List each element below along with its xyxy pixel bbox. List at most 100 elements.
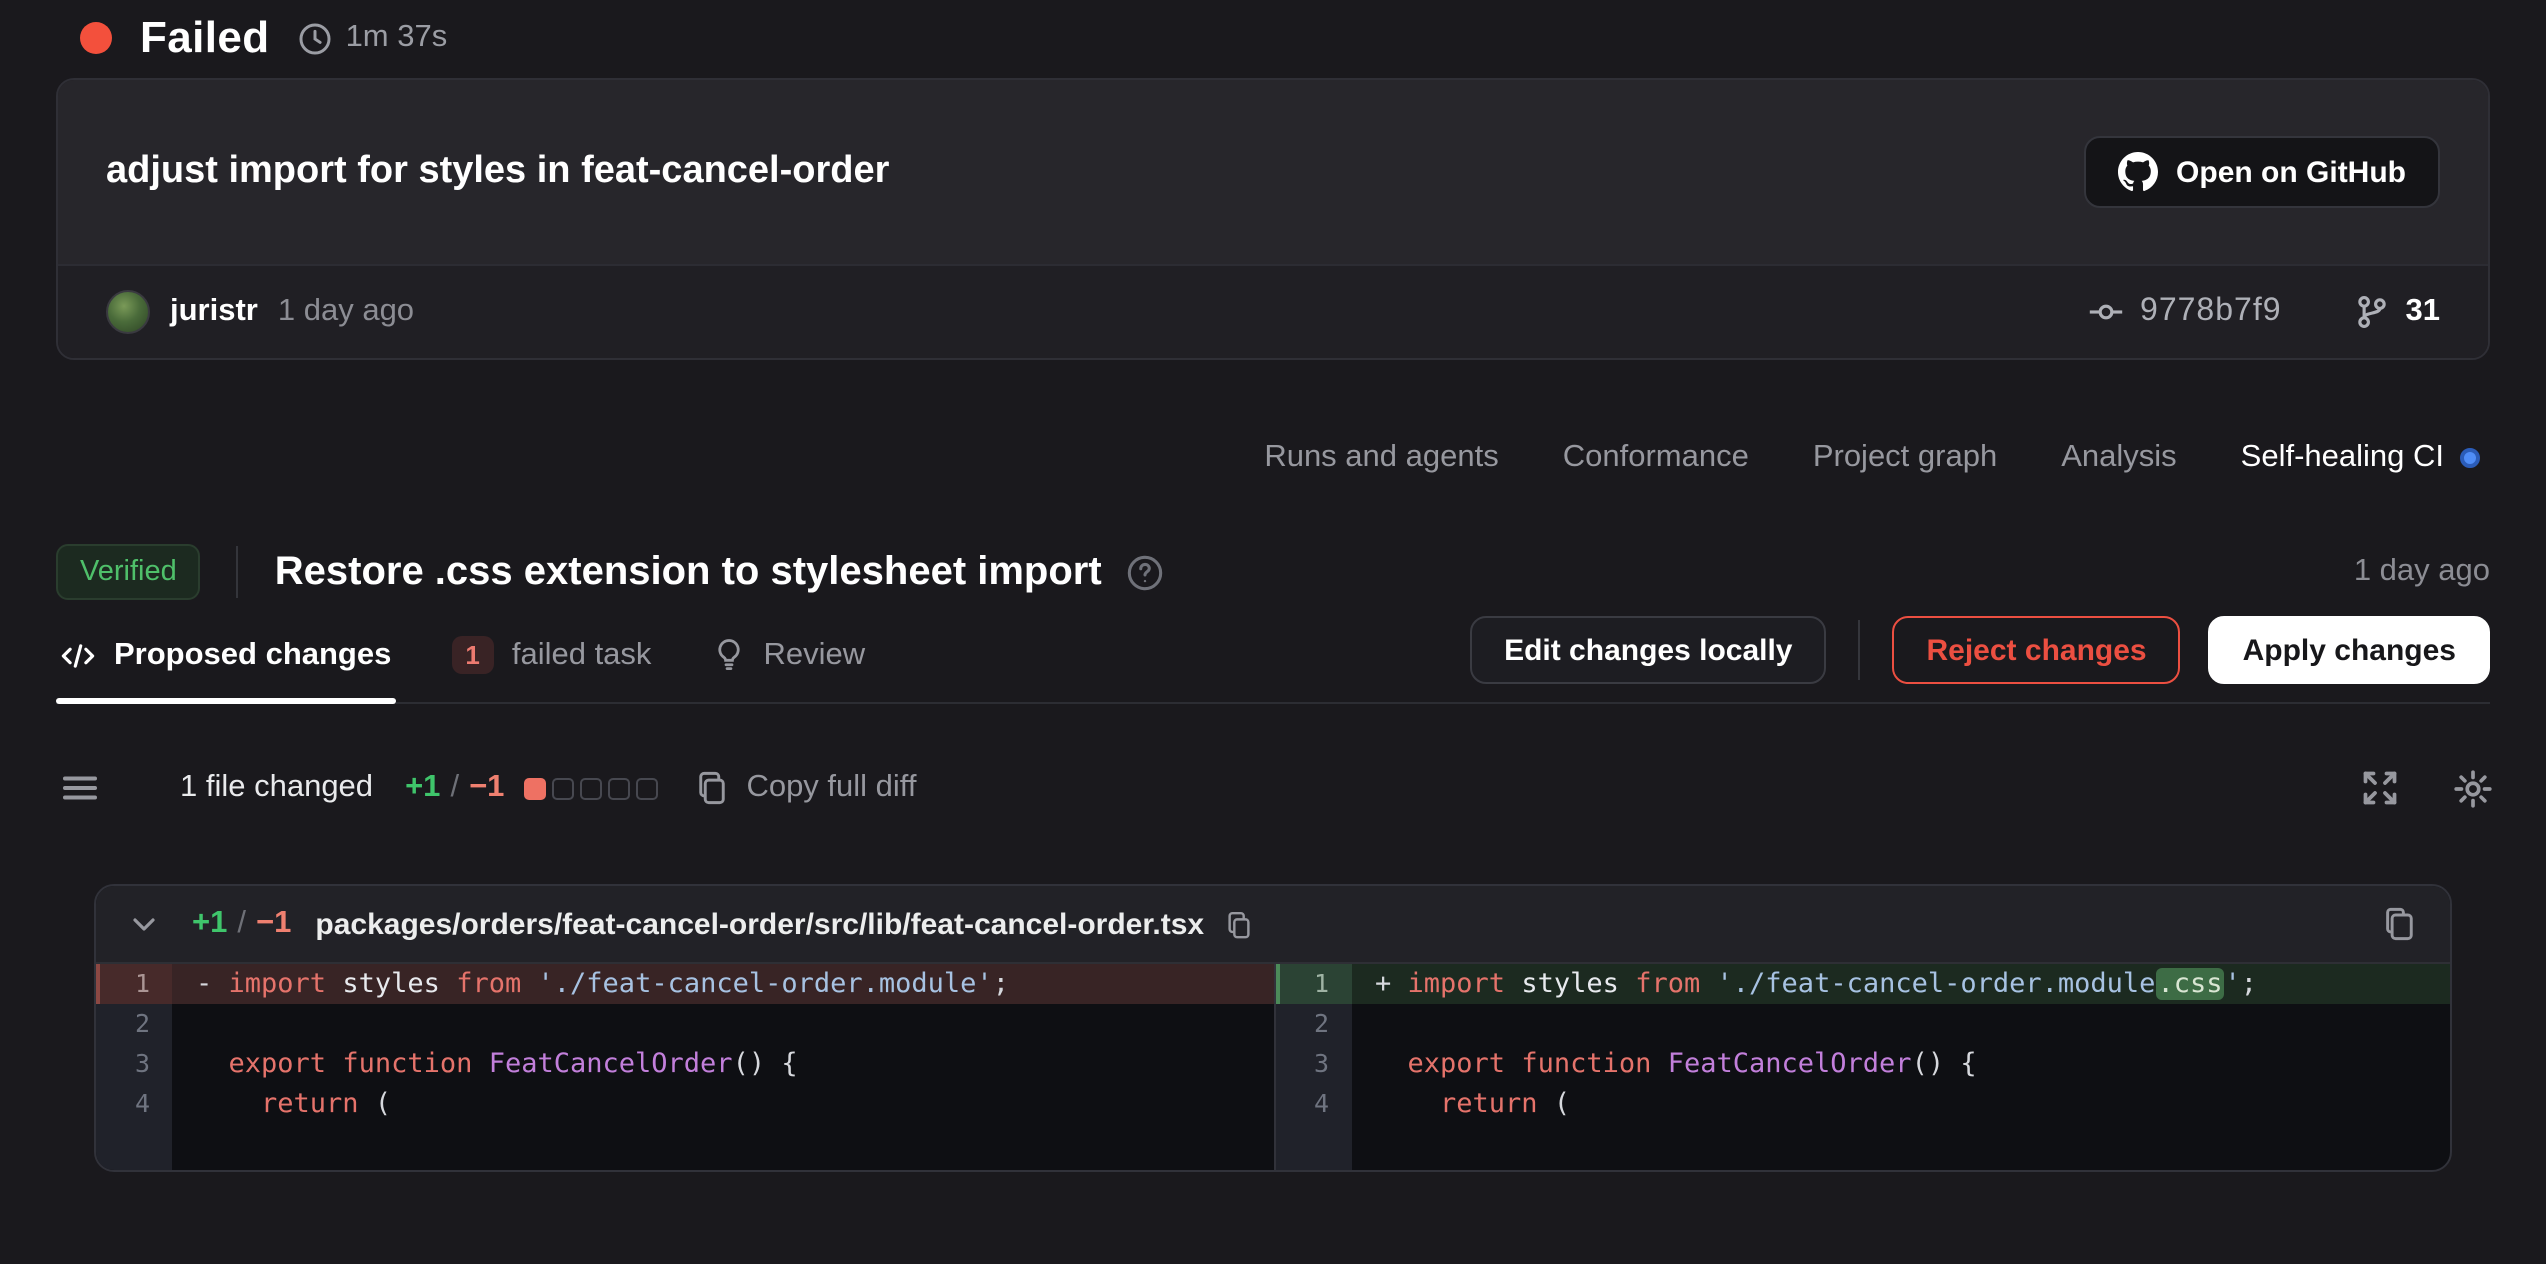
avatar[interactable] xyxy=(106,290,150,334)
stat-square-empty xyxy=(552,777,574,799)
diff-right-pane: 1+ import styles from './feat-cancel-ord… xyxy=(1273,964,2450,1170)
nav-item-project-graph[interactable]: Project graph xyxy=(1813,440,1997,476)
line-number: 4 xyxy=(96,1084,172,1124)
apply-changes-button[interactable]: Apply changes xyxy=(2209,616,2490,684)
divider xyxy=(237,546,239,598)
copy-full-diff-label: Copy full diff xyxy=(746,770,916,806)
gear-icon[interactable] xyxy=(2452,767,2494,809)
line-number: 3 xyxy=(1275,1044,1351,1084)
authored-time: 1 day ago xyxy=(278,294,414,330)
commit-link[interactable]: 9778b7f9 xyxy=(2088,294,2281,330)
nav-item-conformance[interactable]: Conformance xyxy=(1563,440,1749,476)
diff-line-context: 3 export function FeatCancelOrder() { xyxy=(96,1044,1273,1084)
file-header: +1 / −1 packages/orders/feat-cancel-orde… xyxy=(96,886,2450,964)
menu-icon[interactable] xyxy=(60,768,100,808)
line-number: 4 xyxy=(1275,1084,1351,1124)
tab-proposed-changes[interactable]: Proposed changes xyxy=(56,636,395,702)
reject-changes-button[interactable]: Reject changes xyxy=(1893,616,2181,684)
branch-count-value: 31 xyxy=(2406,294,2441,330)
run-title: adjust import for styles in feat-cancel-… xyxy=(106,150,889,194)
status-header: Failed 1m 37s xyxy=(80,10,2490,66)
fix-header: Verified Restore .css extension to style… xyxy=(56,540,2490,604)
stat-square-empty xyxy=(608,777,630,799)
copy-icon xyxy=(694,770,730,806)
deletions-count: −1 xyxy=(469,770,504,806)
copy-file-icon[interactable] xyxy=(2382,906,2418,942)
additions-count: +1 xyxy=(405,770,440,806)
diff-line-removed: 1- import styles from './feat-cancel-ord… xyxy=(96,964,1273,1004)
diff-line-context: 3 export function FeatCancelOrder() { xyxy=(1275,1044,2450,1084)
run-card-title-band: adjust import for styles in feat-cancel-… xyxy=(58,80,2488,264)
nav-item-runs-and-agents[interactable]: Runs and agents xyxy=(1264,440,1498,476)
code-line xyxy=(172,1004,1273,1044)
commit-icon xyxy=(2088,294,2124,330)
gutter-filler xyxy=(1275,1124,1351,1170)
diff-line-context: 4 return ( xyxy=(96,1084,1273,1124)
author-name[interactable]: juristr xyxy=(170,294,258,330)
help-icon[interactable] xyxy=(1126,553,1164,591)
slash: / xyxy=(237,906,246,942)
files-changed-label: 1 file changed xyxy=(180,770,373,806)
nav-item-self-healing-ci[interactable]: Self-healing CI xyxy=(2241,440,2480,476)
file-deletions: −1 xyxy=(256,906,291,942)
code-filler xyxy=(1351,1124,2450,1170)
code-line xyxy=(1351,1004,2450,1044)
diff-panel: +1 / −1 packages/orders/feat-cancel-orde… xyxy=(94,884,2452,1172)
run-card-meta: juristr 1 day ago 9778b7f9 31 xyxy=(58,264,2488,358)
line-number: 1 xyxy=(96,964,172,1004)
git-branch-icon xyxy=(2354,294,2390,330)
stat-square-empty xyxy=(580,777,602,799)
file-additions: +1 xyxy=(192,906,227,942)
code-line: - import styles from './feat-cancel-orde… xyxy=(172,964,1273,1004)
diff-line-context: 4 return ( xyxy=(1275,1084,2450,1124)
tab-review[interactable]: Review xyxy=(707,636,869,702)
line-number: 2 xyxy=(96,1004,172,1044)
tabs-row: Proposed changes 1failed task Review Edit … xyxy=(56,612,2490,704)
slash: / xyxy=(450,770,459,806)
chevron-down-icon[interactable] xyxy=(128,908,160,940)
open-on-github-button[interactable]: Open on GitHub xyxy=(2084,136,2440,208)
page: Failed 1m 37s adjust import for styles i… xyxy=(0,10,2546,1264)
line-number: 2 xyxy=(1275,1004,1351,1044)
fix-title: Restore .css extension to stylesheet imp… xyxy=(275,549,1102,595)
tab-failed-task[interactable]: 1failed task xyxy=(447,636,655,702)
code-line: export function FeatCancelOrder() { xyxy=(172,1044,1273,1084)
status-label: Failed xyxy=(140,12,270,64)
code-filler xyxy=(172,1124,1273,1170)
lightbulb-icon xyxy=(711,638,745,672)
code-line: return ( xyxy=(1351,1084,2450,1124)
run-card: adjust import for styles in feat-cancel-… xyxy=(56,78,2490,360)
fix-time: 1 day ago xyxy=(2354,554,2490,590)
branch-count[interactable]: 31 xyxy=(2354,294,2441,330)
diff-body: 1- import styles from './feat-cancel-ord… xyxy=(96,964,2450,1170)
stat-square-empty xyxy=(636,777,658,799)
line-number: 1 xyxy=(1275,964,1351,1004)
expand-icon[interactable] xyxy=(2360,768,2400,808)
file-stats: +1 / −1 xyxy=(192,906,291,942)
duration-value: 1m 37s xyxy=(346,20,448,56)
line-number: 3 xyxy=(96,1044,172,1084)
open-on-github-label: Open on GitHub xyxy=(2176,155,2406,189)
tab-label: failed task xyxy=(512,637,652,673)
divider xyxy=(1859,620,1861,680)
diff-left-pane: 1- import styles from './feat-cancel-ord… xyxy=(96,964,1273,1170)
code-icon xyxy=(60,637,96,673)
commit-hash: 9778b7f9 xyxy=(2140,294,2281,330)
tab-label: Review xyxy=(763,637,865,673)
copy-path-icon[interactable] xyxy=(1224,909,1254,939)
tab-label: Proposed changes xyxy=(114,637,391,673)
stat-square-filled xyxy=(524,777,546,799)
status-dot-icon xyxy=(80,22,112,54)
gutter-filler xyxy=(96,1124,172,1170)
actions: Edit changes locally Reject changes Appl… xyxy=(1470,616,2490,684)
file-path: packages/orders/feat-cancel-order/src/li… xyxy=(315,907,1204,941)
copy-full-diff-button[interactable]: Copy full diff xyxy=(694,770,916,806)
diff-filler-row xyxy=(1275,1124,2450,1170)
github-icon xyxy=(2118,152,2158,192)
edit-changes-locally-button[interactable]: Edit changes locally xyxy=(1470,616,1826,684)
code-line: return ( xyxy=(172,1084,1273,1124)
verified-badge: Verified xyxy=(56,544,201,600)
diff-toolbar: 1 file changed +1 / −1 Copy full diff xyxy=(60,760,2494,816)
nav-item-analysis[interactable]: Analysis xyxy=(2061,440,2176,476)
diff-filler-row xyxy=(96,1124,1273,1170)
